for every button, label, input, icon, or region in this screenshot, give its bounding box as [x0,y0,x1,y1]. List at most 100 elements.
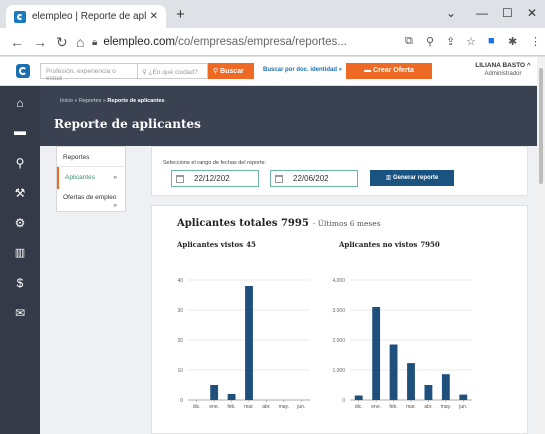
location-pin-icon: ⚲ [142,69,149,76]
search-input[interactable]: Profesión, experiencia o estud [40,63,138,82]
x-tick-label: jun. [296,404,305,410]
x-tick-label: ene. [209,404,219,410]
report-menu: Reportes Aplicantes » Ofertas de empleo … [56,146,126,212]
address-bar: ← → ↻ ⌂ 🔒︎ elempleo.com /co/empresas/emp… [0,28,545,56]
chart-panel: Aplicantes totales 7995- Últimos 6 meses… [151,205,528,434]
extension-icon[interactable]: ■ [488,35,495,47]
envelope-icon[interactable]: ✉ [0,306,40,320]
create-offer-label: Crear Oferta [373,67,414,74]
x-tick-label: dic. [355,404,363,410]
search-button[interactable]: ⚲ Buscar [208,63,254,79]
share-icon[interactable]: ⇪ [446,35,455,48]
bar[interactable] [372,307,381,400]
site-header: Profesión, experiencia o estud ⚲ ¿En qué… [0,57,545,86]
gear-icon[interactable]: ⚙ [0,216,40,230]
bar-chart-icon[interactable]: ▥ [0,246,40,259]
breadcrumb-reports[interactable]: Reportes [79,98,101,104]
x-tick-label: feb. [389,404,397,410]
x-tick-label: ene. [371,404,381,410]
total-applicants-heading: Aplicantes totales 7995- Últimos 6 meses [177,218,381,229]
x-tick-label: abr. [424,404,432,410]
y-tick-label: 40 [177,278,183,284]
extensions-puzzle-icon[interactable]: ✱ [508,35,517,48]
unseen-bar-chart: 0 1,000 2,000 3,000 4,000 dic. ene. feb. mar. abr… [332,278,472,410]
new-tab-button[interactable]: + [176,6,185,23]
bookmark-star-icon[interactable]: ☆ [466,35,476,48]
report-menu-item-aplicantes[interactable]: Aplicantes » [57,167,125,189]
bar[interactable] [245,286,253,400]
maximize-button[interactable]: ☐ [502,6,513,20]
breadcrumb-home[interactable]: Inicio [60,98,73,104]
chart-title-seen: Aplicantes vistos 45 [177,240,256,249]
lock-icon: 🔒︎ [92,36,98,48]
bar[interactable] [389,344,398,401]
user-menu[interactable]: LILIANA BASTO ^ Administrador [468,62,538,77]
url-path: /co/empresas/empresa/reportes... [174,36,347,48]
bar[interactable] [407,363,415,400]
page-title: Reporte de aplicantes [54,117,201,131]
bar[interactable] [210,385,219,400]
city-placeholder: ¿En qué ciudad? [148,69,198,76]
y-tick-label: 2,000 [332,338,345,344]
x-tick-label: mar. [244,404,254,410]
minimize-button[interactable]: — [476,6,488,20]
calendar-icon [176,174,184,183]
x-tick-label: mar. [406,404,416,410]
bar[interactable] [227,394,236,400]
chevron-right-icon: » [113,202,117,209]
bar[interactable] [441,374,450,400]
date-from-field[interactable]: 22/12/202 [171,170,259,187]
report-menu-item-ofertas[interactable]: Ofertas de empleo » [57,189,125,209]
city-input[interactable]: ⚲ ¿En qué ciudad? [138,63,208,79]
home-icon[interactable]: ⌂ [0,96,40,110]
forward-arrow-icon[interactable]: → [33,34,47,50]
x-tick-label: may. [441,404,451,410]
tab-close-icon[interactable]: ✕ [150,11,158,22]
y-tick-label: 10 [177,368,183,374]
breadcrumb-current: Reporte de aplicantes [107,98,165,104]
search-button-label: Buscar [220,68,244,75]
briefcase-icon[interactable]: ▬ [0,124,40,138]
date-to-field[interactable]: 22/06/202 [270,170,358,187]
tab-title: elempleo | Reporte de aplicantes [32,11,146,22]
back-arrow-icon[interactable]: ← [10,34,24,50]
generate-report-button[interactable]: ▥ Generar reporte [370,170,454,186]
date-filter-panel: Seleccione el rango de fechas del report… [151,146,528,196]
y-tick-label: 4,000 [332,278,345,284]
browser-tab[interactable]: elempleo | Reporte de aplicantes ✕ [6,5,166,28]
seen-total: 45 [246,240,256,249]
create-offer-button[interactable]: ▬ Crear Oferta [346,63,432,79]
user-role: Administrador [484,71,522,77]
date-range-label: Seleccione el rango de fechas del report… [163,160,267,166]
wrench-icon[interactable]: ⚒ [0,186,40,200]
doc-search-link[interactable]: Buscar por doc. identidad » [263,67,342,73]
total-applicants-value: 7995 [280,218,309,229]
bar[interactable] [354,395,363,401]
menu-kebab-icon[interactable]: ⋮ [530,35,541,48]
url-field[interactable]: 🔒︎ elempleo.com /co/empresas/empresa/rep… [92,32,398,52]
chart-title-unseen: Aplicantes no vistos 7950 [339,240,440,249]
x-tick-label: dic. [193,404,201,410]
site-favicon-icon [14,10,26,23]
report-menu-header: Reportes [57,147,125,167]
bar[interactable] [424,385,433,400]
y-tick-label: 3,000 [332,308,345,314]
scrollbar-thumb[interactable] [539,68,543,184]
unseen-total: 7950 [420,240,440,249]
search-icon[interactable]: ⚲ [0,156,40,170]
tab-search-chevron-icon[interactable]: ⌄ [446,6,456,20]
zoom-icon[interactable]: ⚲ [426,35,434,48]
calendar-icon [275,174,283,183]
left-sidebar: ⌂ ▬ ⚲ ⚒ ⚙ ▥ $ ✉ [0,86,40,434]
url-host: elempleo.com [103,36,175,48]
bar[interactable] [459,394,468,400]
y-tick-label: 20 [177,338,183,344]
close-window-button[interactable]: ✕ [527,6,537,20]
translate-icon[interactable]: ⧉ [405,35,413,48]
home-icon[interactable]: ⌂ [76,34,84,50]
dollar-icon[interactable]: $ [0,276,40,290]
elempleo-logo-icon[interactable] [16,64,30,78]
y-tick-label: 1,000 [332,368,345,374]
page-banner: Inicio » Reportes » Reporte de aplicante… [40,86,537,146]
reload-icon[interactable]: ↻ [56,34,68,51]
